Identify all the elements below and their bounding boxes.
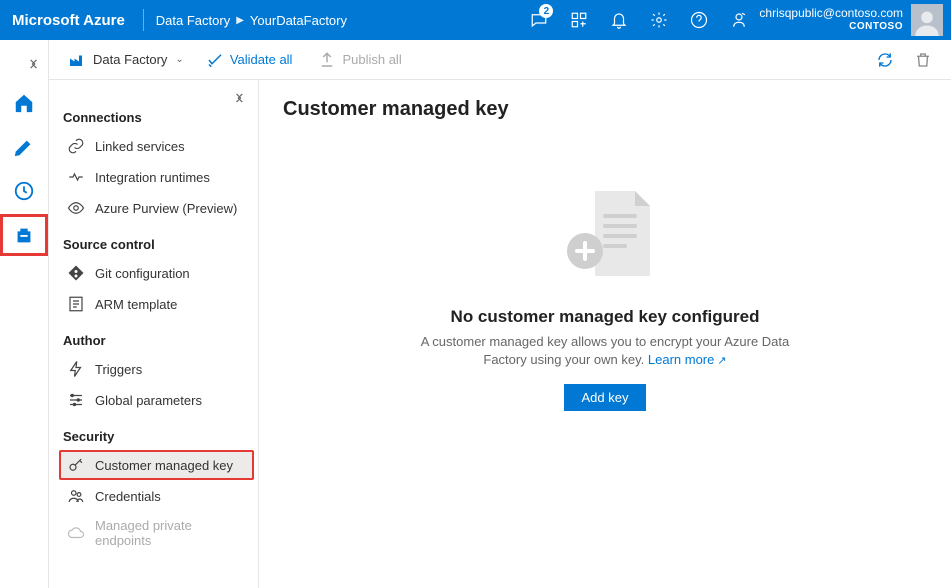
publish-all-label: Publish all	[342, 52, 401, 67]
learn-more-link[interactable]: Learn more↗	[648, 352, 727, 367]
credentials-icon	[67, 487, 85, 505]
validate-all-label: Validate all	[230, 52, 293, 67]
group-author: Author	[63, 333, 250, 348]
azure-header: Microsoft Azure Data Factory ▶ YourDataF…	[0, 0, 951, 40]
checkmark-icon	[206, 51, 224, 69]
nav-label: Git configuration	[95, 266, 190, 281]
vertical-divider	[143, 9, 144, 31]
factory-icon	[67, 51, 85, 69]
page-title: Customer managed key	[283, 98, 927, 121]
nav-label: Global parameters	[95, 393, 202, 408]
add-key-button[interactable]: Add key	[564, 384, 647, 411]
nav-label: ARM template	[95, 297, 177, 312]
git-icon	[67, 264, 85, 282]
sidebar-item-managed-private-endpoints: Managed private endpoints	[59, 512, 254, 554]
trash-icon	[914, 51, 932, 69]
group-source-control: Source control	[63, 237, 250, 252]
runtime-icon	[67, 168, 85, 186]
discard-button[interactable]	[907, 44, 939, 76]
key-icon	[67, 456, 85, 474]
nav-label: Triggers	[95, 362, 142, 377]
group-connections: Connections	[63, 110, 250, 125]
rail-manage[interactable]	[0, 214, 48, 256]
nav-label: Integration runtimes	[95, 170, 210, 185]
chevron-down-icon: ⌄	[175, 54, 183, 65]
user-account[interactable]: chrisqpublic@contoso.com CONTOSO	[759, 6, 911, 34]
nav-label: Linked services	[95, 139, 185, 154]
avatar[interactable]	[911, 4, 943, 36]
parameters-icon	[67, 391, 85, 409]
link-icon	[67, 137, 85, 155]
group-security: Security	[63, 429, 250, 444]
user-email: chrisqpublic@contoso.com	[759, 6, 903, 20]
sidebar-item-triggers[interactable]: Triggers	[59, 354, 254, 384]
empty-state: No customer managed key configured A cus…	[283, 181, 927, 411]
factory-dropdown[interactable]: Data Factory ⌄	[61, 51, 190, 69]
rail-author[interactable]	[0, 126, 48, 168]
notification-badge: 2	[539, 4, 553, 18]
validate-all-button[interactable]: Validate all	[196, 51, 303, 69]
chevron-right-icon: ▶	[236, 15, 244, 26]
empty-description: A customer managed key allows you to enc…	[415, 333, 795, 370]
rail-expand-button[interactable]	[0, 48, 48, 80]
sidebar-item-git-configuration[interactable]: Git configuration	[59, 258, 254, 288]
sidebar-item-integration-runtimes[interactable]: Integration runtimes	[59, 162, 254, 192]
bolt-icon	[67, 360, 85, 378]
command-bar: Data Factory ⌄ Validate all Publish all	[49, 40, 951, 80]
feedback-icon[interactable]	[719, 0, 759, 40]
gear-icon[interactable]	[639, 0, 679, 40]
sidebar-item-azure-purview[interactable]: Azure Purview (Preview)	[59, 193, 254, 223]
publish-all-button[interactable]: Publish all	[308, 51, 411, 69]
external-link-icon: ↗	[717, 355, 726, 367]
message-icon[interactable]: 2	[519, 0, 559, 40]
learn-more-label: Learn more	[648, 352, 714, 367]
nav-label: Customer managed key	[95, 458, 233, 473]
template-icon	[67, 295, 85, 313]
empty-illustration	[545, 181, 665, 291]
directory-icon[interactable]	[559, 0, 599, 40]
main-content: Customer managed key No customer managed…	[259, 80, 951, 588]
empty-heading: No customer managed key configured	[451, 307, 760, 327]
breadcrumb-current[interactable]: YourDataFactory	[250, 13, 347, 28]
sidebar-item-credentials[interactable]: Credentials	[59, 481, 254, 511]
rail-monitor[interactable]	[0, 170, 48, 212]
empty-text: A customer managed key allows you to enc…	[421, 334, 790, 367]
nav-label: Azure Purview (Preview)	[95, 201, 237, 216]
bell-icon[interactable]	[599, 0, 639, 40]
help-icon[interactable]	[679, 0, 719, 40]
nav-label: Managed private endpoints	[95, 518, 246, 548]
sidebar-item-customer-managed-key[interactable]: Customer managed key	[59, 450, 254, 480]
user-tenant: CONTOSO	[759, 20, 903, 34]
rail-home[interactable]	[0, 82, 48, 124]
manage-sidebar: Connections Linked services Integration …	[49, 80, 259, 588]
brand-label[interactable]: Microsoft Azure	[8, 12, 137, 29]
upload-icon	[318, 51, 336, 69]
breadcrumb[interactable]: Data Factory ▶ YourDataFactory	[150, 13, 353, 28]
breadcrumb-root[interactable]: Data Factory	[156, 13, 230, 28]
refresh-button[interactable]	[869, 44, 901, 76]
sidebar-item-arm-template[interactable]: ARM template	[59, 289, 254, 319]
sidebar-item-global-parameters[interactable]: Global parameters	[59, 385, 254, 415]
eye-icon	[67, 199, 85, 217]
factory-name: Data Factory	[93, 52, 167, 67]
cloud-icon	[67, 524, 85, 542]
sidebar-item-linked-services[interactable]: Linked services	[59, 131, 254, 161]
left-rail	[0, 40, 48, 588]
refresh-icon	[876, 51, 894, 69]
sidebar-collapse-button[interactable]	[228, 86, 252, 110]
nav-label: Credentials	[95, 489, 161, 504]
